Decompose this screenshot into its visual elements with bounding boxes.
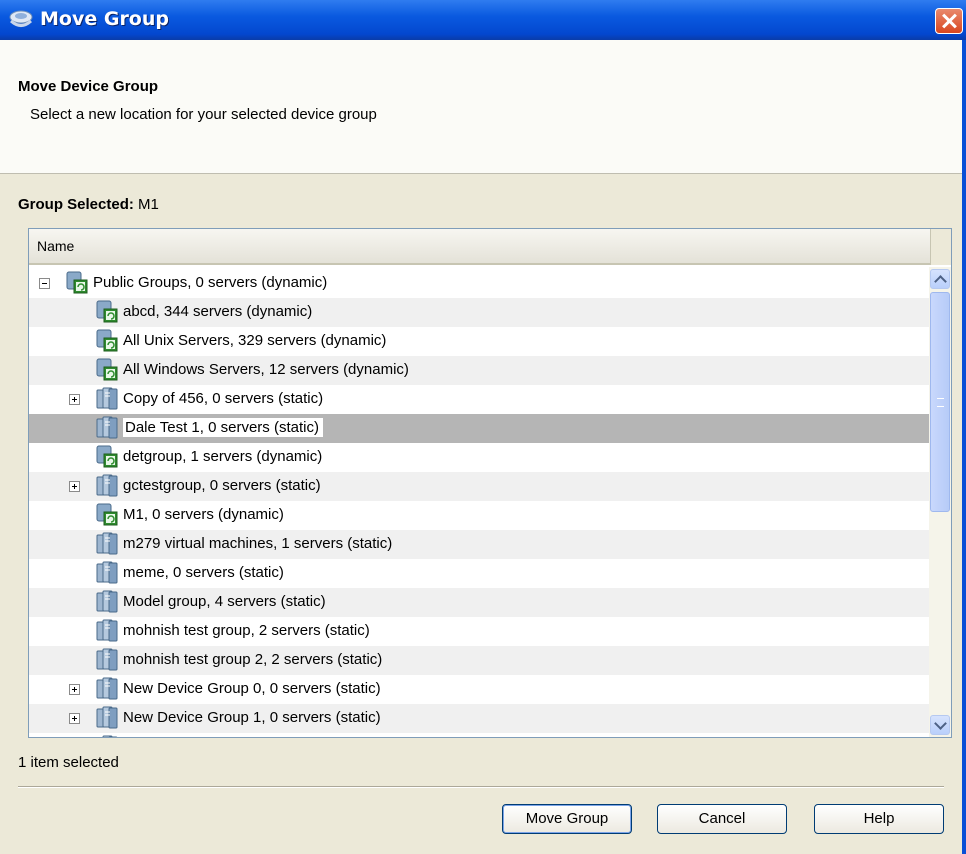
tree-row[interactable]: All Windows Servers, 12 servers (dynamic… xyxy=(29,356,929,385)
static-group-icon xyxy=(95,474,119,498)
tree-row[interactable]: Copy of 456, 0 servers (static) xyxy=(29,385,929,414)
tree-row-label: New Device Group 0, 0 servers (static) xyxy=(123,680,381,697)
scroll-thumb[interactable] xyxy=(930,292,950,512)
tree-rows: Public Groups, 0 servers (dynamic) abcd, … xyxy=(29,269,929,737)
tree-row[interactable]: All Unix Servers, 329 servers (dynamic) xyxy=(29,327,929,356)
tree-row[interactable]: detgroup, 1 servers (dynamic) xyxy=(29,443,929,472)
tree-row-label: detgroup, 1 servers (dynamic) xyxy=(123,448,323,465)
static-group-icon xyxy=(95,416,119,440)
tree-row-label: abcd, 344 servers (dynamic) xyxy=(123,303,313,320)
tree-row-label: m279 virtual machines, 1 servers (static… xyxy=(123,535,393,552)
tree-row[interactable]: mohnish test group, 2 servers (static) xyxy=(29,617,929,646)
expand-icon[interactable] xyxy=(69,684,80,695)
static-group-icon xyxy=(95,677,119,701)
tree-row-label: mohnish test group, 2 servers (static) xyxy=(123,622,370,639)
dynamic-group-icon xyxy=(95,445,119,469)
tree-row-label: New Device Group 1, 0 servers (static) xyxy=(123,709,381,726)
status-text: 1 item selected xyxy=(18,754,119,771)
tree-row-label: M1, 0 servers (dynamic) xyxy=(123,506,284,523)
cancel-button[interactable]: Cancel xyxy=(657,804,787,834)
group-selected-label: Group Selected: xyxy=(18,196,134,213)
name-column-header[interactable]: Name xyxy=(29,229,931,265)
help-button[interactable]: Help xyxy=(814,804,944,834)
tree-row-label: Copy of 456, 0 servers (static) xyxy=(123,390,324,407)
scroll-up-button[interactable] xyxy=(930,269,950,289)
expand-icon[interactable] xyxy=(69,481,80,492)
dynamic-group-icon xyxy=(95,503,119,527)
tree-row[interactable]: Model group, 4 servers (static) xyxy=(29,588,929,617)
tree-row-label: Public Groups, 0 servers (dynamic) xyxy=(93,274,328,291)
tree-row[interactable]: mohnish test group 2, 2 servers (static) xyxy=(29,646,929,675)
static-group-icon xyxy=(95,648,119,672)
static-group-icon xyxy=(95,619,119,643)
title-bar: Move Group xyxy=(0,0,966,40)
group-tree[interactable]: Name Public Groups, 0 servers (dynamic) a… xyxy=(28,228,952,738)
tree-row[interactable] xyxy=(29,733,929,737)
static-group-icon xyxy=(95,590,119,614)
tree-row-label: Model group, 4 servers (static) xyxy=(123,593,326,610)
header-subtitle: Select a new location for your selected … xyxy=(30,106,377,123)
tree-row[interactable]: New Device Group 1, 0 servers (static) xyxy=(29,704,929,733)
scroll-down-button[interactable] xyxy=(930,715,950,735)
collapse-icon[interactable] xyxy=(39,278,50,289)
divider xyxy=(18,786,944,788)
static-group-icon xyxy=(95,532,119,556)
group-selected-value: M1 xyxy=(138,196,159,213)
static-group-icon xyxy=(95,561,119,585)
tree-row[interactable]: m279 virtual machines, 1 servers (static… xyxy=(29,530,929,559)
window-title: Move Group xyxy=(40,8,169,30)
tree-row-label: All Unix Servers, 329 servers (dynamic) xyxy=(123,332,387,349)
vertical-scrollbar[interactable] xyxy=(929,267,951,737)
tree-row[interactable]: Public Groups, 0 servers (dynamic) xyxy=(29,269,929,298)
tree-row[interactable]: Dale Test 1, 0 servers (static) xyxy=(29,414,929,443)
static-group-icon xyxy=(95,706,119,730)
window-frame xyxy=(962,40,966,854)
dynamic-group-icon xyxy=(95,329,119,353)
dynamic-group-icon xyxy=(95,358,119,382)
tree-row[interactable]: meme, 0 servers (static) xyxy=(29,559,929,588)
tree-row[interactable]: New Device Group 0, 0 servers (static) xyxy=(29,675,929,704)
grip-icon xyxy=(937,398,944,407)
tree-row[interactable]: M1, 0 servers (dynamic) xyxy=(29,501,929,530)
expand-icon[interactable] xyxy=(69,394,80,405)
tree-row-label: gctestgroup, 0 servers (static) xyxy=(123,477,321,494)
tree-row-label: Dale Test 1, 0 servers (static) xyxy=(123,418,323,437)
tree-row-label: meme, 0 servers (static) xyxy=(123,564,284,581)
tree-row-label: mohnish test group 2, 2 servers (static) xyxy=(123,651,383,668)
column-header-label: Name xyxy=(37,238,75,254)
dynamic-group-icon xyxy=(65,271,89,295)
group-selected: Group Selected: M1 xyxy=(18,196,159,213)
dynamic-group-icon xyxy=(95,300,119,324)
header-corner xyxy=(931,229,951,265)
expand-icon[interactable] xyxy=(69,713,80,724)
static-group-icon xyxy=(95,735,119,737)
static-group-icon xyxy=(95,387,119,411)
tree-row[interactable]: gctestgroup, 0 servers (static) xyxy=(29,472,929,501)
move-group-button[interactable]: Move Group xyxy=(502,804,632,834)
header-panel: Move Device Group Select a new location … xyxy=(0,40,962,174)
device-group-icon xyxy=(9,10,33,27)
close-button[interactable] xyxy=(935,8,963,34)
tree-row-label: All Windows Servers, 12 servers (dynamic… xyxy=(123,361,409,378)
header-title: Move Device Group xyxy=(18,78,159,95)
tree-row[interactable]: abcd, 344 servers (dynamic) xyxy=(29,298,929,327)
